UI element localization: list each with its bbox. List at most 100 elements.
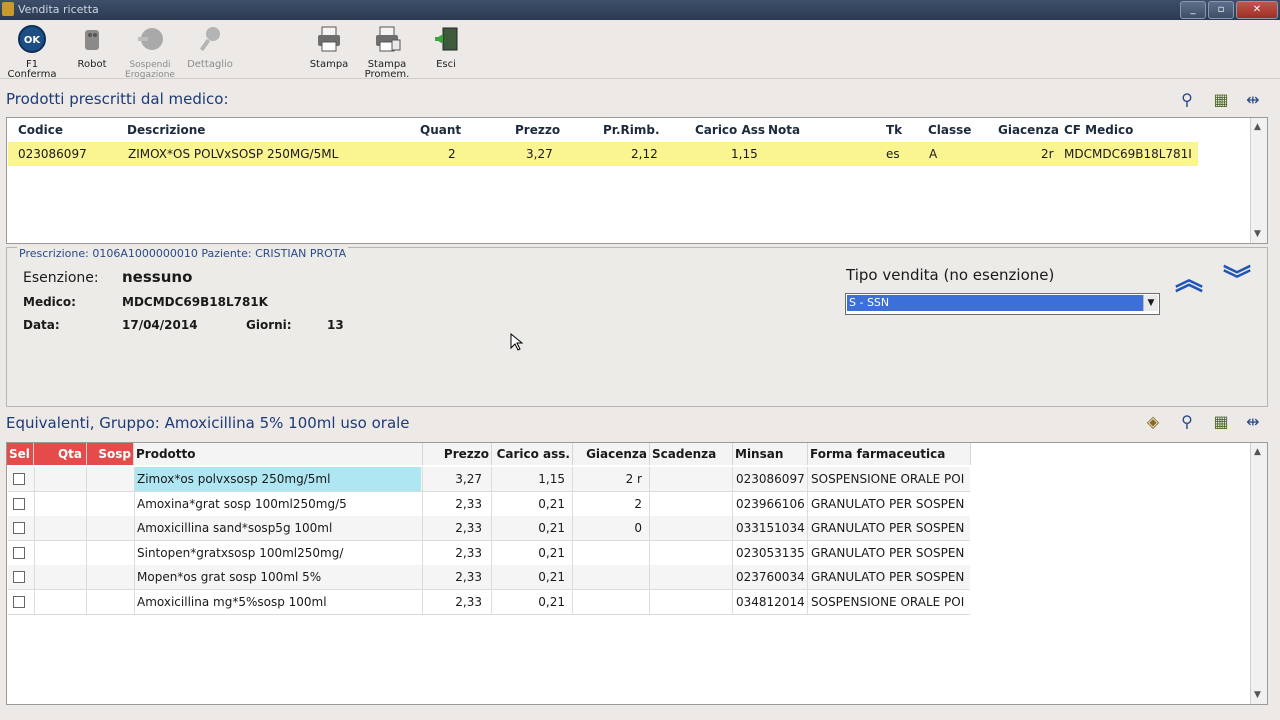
cell-divider	[572, 467, 573, 491]
col-quant[interactable]: Quant	[420, 123, 461, 137]
chevron-down-icon[interactable]: ▼	[1143, 295, 1158, 311]
select-checkbox[interactable]	[13, 522, 25, 534]
col-carico[interactable]: Carico Ass	[695, 123, 765, 137]
data-value: 17/04/2014	[122, 318, 198, 332]
col-descrizione[interactable]: Descrizione	[127, 123, 205, 137]
cell-sosp[interactable]	[87, 590, 133, 614]
cell-divider	[491, 565, 492, 589]
table-row[interactable]: Sintopen*gratxsosp 100ml250mg/2,33 0,21 02…	[8, 540, 970, 566]
select-checkbox[interactable]	[13, 473, 25, 485]
prescribed-scrollbar[interactable]: ▲ ▼	[1250, 118, 1267, 243]
detail-icon	[199, 27, 220, 52]
cell-divider	[807, 516, 808, 540]
cell-divider	[422, 467, 423, 491]
col-qta[interactable]: Qta	[34, 443, 87, 465]
cell-prodotto: Zimox*os polvxsosp 250mg/5ml	[137, 472, 331, 486]
cell-qta[interactable]	[35, 467, 85, 491]
cell-sosp[interactable]	[87, 492, 133, 516]
col-carico-ass[interactable]: Carico ass.	[492, 443, 573, 465]
resize-columns-icon[interactable]: ⇹	[1242, 411, 1264, 433]
select-checkbox[interactable]	[13, 571, 25, 583]
cell-cf-medico: MDCMDC69B18L781I	[1064, 147, 1192, 161]
cell-giacenza: 0	[634, 521, 642, 535]
cell-divider	[491, 540, 492, 565]
col-prezzo[interactable]: Prezzo	[515, 123, 560, 137]
confirm-label: F1 Conferma	[7, 59, 57, 80]
close-button[interactable]: ✕	[1236, 1, 1278, 19]
col-cf-medico[interactable]: CF Medico	[1064, 123, 1133, 137]
exit-button[interactable]: Esci	[424, 24, 468, 70]
select-checkbox[interactable]	[13, 546, 25, 559]
cell-divider	[732, 565, 733, 589]
print-button[interactable]: Stampa	[306, 24, 352, 70]
select-checkbox[interactable]	[13, 595, 25, 608]
robot-button[interactable]: Robot	[70, 24, 114, 70]
col-nota[interactable]: Nota	[768, 123, 800, 137]
exit-label: Esci	[436, 59, 456, 70]
toolbar: OK F1 Conferma Robot Sospendi Erogazione…	[0, 20, 1280, 80]
cell-divider	[732, 491, 733, 516]
col-classe[interactable]: Classe	[928, 123, 971, 137]
cell-minsan: 023966106	[736, 496, 805, 511]
prescribed-row[interactable]: 023086097 ZIMOX*OS POLVxSOSP 250MG/5ML 2…	[8, 142, 1198, 166]
print-memo-button[interactable]: Stampa Promem.	[360, 24, 414, 80]
table-row[interactable]: Amoxicillina mg*5%sosp 100ml 2,33 0,21 0348…	[8, 589, 970, 615]
scroll-down-icon[interactable]: ▼	[1254, 229, 1261, 239]
cell-sosp[interactable]	[87, 565, 133, 589]
cell-sosp[interactable]	[87, 516, 133, 540]
cell-qta[interactable]	[35, 541, 85, 565]
cell-qta[interactable]	[35, 492, 85, 516]
table-row[interactable]: Zimox*os polvxsosp 250mg/5ml 3,27 1,15 2 r 0…	[8, 467, 970, 492]
cell-sosp[interactable]	[87, 541, 133, 565]
resize-columns-icon[interactable]: ⇹	[1242, 89, 1264, 111]
table-row[interactable]: Amoxicillina sand*sosp5g 100ml 2,33 0,21 0 0…	[8, 516, 970, 541]
detail-button[interactable]: Dettaglio	[182, 24, 238, 70]
cell-divider	[807, 540, 808, 565]
cell-qta[interactable]	[35, 565, 85, 589]
col-minsan[interactable]: Minsan	[733, 443, 808, 465]
tipo-vendita-label: Tipo vendita (no esenzione)	[846, 266, 1055, 284]
cell-divider	[649, 467, 650, 491]
col-tk[interactable]: Tk	[886, 123, 902, 137]
select-checkbox[interactable]	[13, 497, 25, 510]
equivalents-scrollbar[interactable]: ▲ ▼	[1250, 443, 1267, 704]
col-codice[interactable]: Codice	[18, 123, 63, 137]
cell-codice: 023086097	[18, 147, 87, 161]
cell-giacenza: 2	[634, 496, 642, 511]
tipo-vendita-select[interactable]: S - SSN ▼	[845, 293, 1160, 315]
minimize-button[interactable]: _	[1180, 1, 1206, 19]
cell-prezzo: 2,33	[455, 545, 482, 560]
col-forma[interactable]: Forma farmaceutica	[808, 443, 971, 465]
search-icon[interactable]: ⚲	[1176, 89, 1198, 111]
col-scadenza[interactable]: Scadenza	[650, 443, 733, 465]
col-giacenza[interactable]: Giacenza	[998, 123, 1059, 137]
confirm-button[interactable]: OK F1 Conferma	[6, 24, 58, 80]
calculator-icon[interactable]: ▦	[1210, 411, 1232, 433]
move-up-icon[interactable]: ︽	[1172, 263, 1206, 297]
cell-qta[interactable]	[35, 516, 85, 540]
scroll-down-icon[interactable]: ▼	[1254, 690, 1261, 700]
col-giacenza[interactable]: Giacenza	[573, 443, 650, 465]
cell-divider	[807, 589, 808, 614]
pill-icon[interactable]: ◈	[1142, 411, 1164, 433]
table-row[interactable]: Mopen*os grat sosp 100ml 5% 2,33 0,21 02376…	[8, 565, 970, 590]
table-row[interactable]: Amoxina*grat sosp 100ml250mg/5 2,33 0,21 2 0…	[8, 491, 970, 517]
maximize-button[interactable]: ▫	[1208, 1, 1234, 19]
cell-prodotto: Amoxicillina mg*5%sosp 100ml	[137, 594, 327, 609]
scroll-up-icon[interactable]: ▲	[1254, 447, 1261, 457]
move-down-icon[interactable]: ︾	[1220, 263, 1254, 297]
scroll-up-icon[interactable]: ▲	[1254, 122, 1261, 132]
col-sel[interactable]: Sel	[7, 443, 34, 465]
print-memo-label: Stampa Promem.	[364, 59, 410, 80]
cell-sosp[interactable]	[87, 467, 133, 491]
col-prodotto[interactable]: Prodotto	[134, 443, 423, 465]
suspend-button[interactable]: Sospendi Erogazione	[122, 24, 178, 80]
col-sosp[interactable]: Sosp	[87, 443, 134, 465]
col-prrimb[interactable]: Pr.Rimb.	[603, 123, 660, 137]
svg-text:OK: OK	[24, 35, 42, 46]
cell-qta[interactable]	[35, 590, 85, 614]
col-prezzo[interactable]: Prezzo	[423, 443, 492, 465]
search-icon[interactable]: ⚲	[1176, 411, 1198, 433]
giorni-label: Giorni:	[246, 318, 292, 332]
calculator-icon[interactable]: ▦	[1210, 89, 1232, 111]
